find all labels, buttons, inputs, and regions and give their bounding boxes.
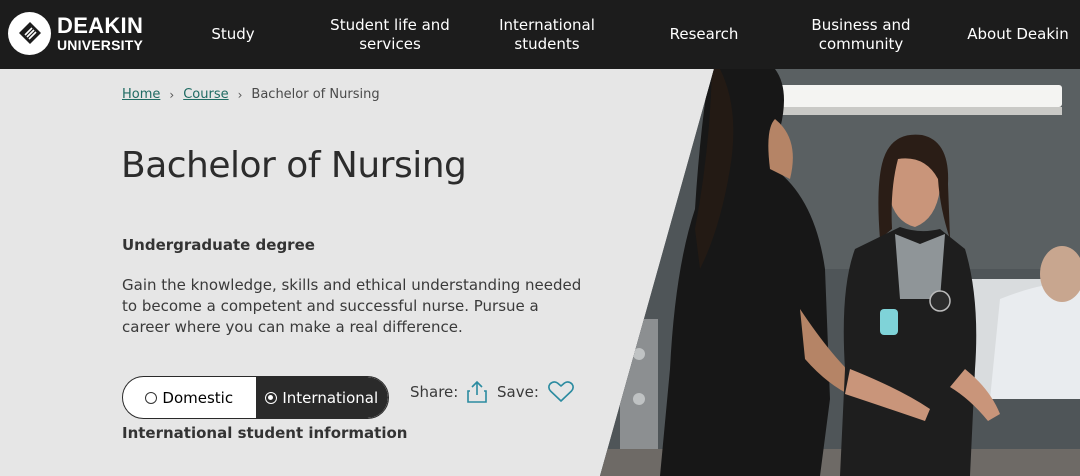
domestic-label: Domestic xyxy=(162,388,234,407)
share-label: Share: xyxy=(410,383,459,401)
nav-international-students[interactable]: International students xyxy=(487,0,607,69)
international-label: International xyxy=(282,388,379,407)
nav-about-deakin[interactable]: About Deakin xyxy=(962,0,1074,69)
nav-business-community[interactable]: Business and community xyxy=(796,0,926,69)
save-label: Save: xyxy=(497,383,539,401)
student-type-toggle: Domestic International xyxy=(122,376,389,419)
page-title: Bachelor of Nursing xyxy=(121,145,467,186)
nav-study[interactable]: Study xyxy=(183,0,283,69)
breadcrumb-current: Bachelor of Nursing xyxy=(251,87,380,102)
heart-icon xyxy=(547,381,574,402)
share-button[interactable]: Share: xyxy=(410,380,488,404)
logo-name-line2: UNIVERSITY xyxy=(57,37,144,53)
nav-research[interactable]: Research xyxy=(654,0,754,69)
breadcrumb-home-link[interactable]: Home xyxy=(122,87,160,102)
top-navigation: DEAKIN UNIVERSITY Study Student life and… xyxy=(0,0,1080,69)
breadcrumb-separator: › xyxy=(169,87,175,102)
hero-image xyxy=(600,69,1080,476)
nav-student-life[interactable]: Student life and services xyxy=(320,0,460,69)
international-student-info-link[interactable]: International student information xyxy=(122,424,407,442)
deakin-logo[interactable]: DEAKIN UNIVERSITY xyxy=(8,12,143,55)
logo-name-line1: DEAKIN xyxy=(57,13,144,38)
breadcrumb: Home › Course › Bachelor of Nursing xyxy=(122,87,380,102)
shield-logo-icon xyxy=(8,12,51,55)
radio-selected-icon xyxy=(265,391,278,404)
course-description: Gain the knowledge, skills and ethical u… xyxy=(122,276,582,336)
international-option[interactable]: International xyxy=(255,377,388,418)
share-icon xyxy=(467,380,488,403)
nursing-students-photo xyxy=(600,69,1080,476)
breadcrumb-separator: › xyxy=(237,87,243,102)
radio-unselected-icon xyxy=(145,391,158,404)
breadcrumb-course-link[interactable]: Course xyxy=(183,87,228,102)
save-button[interactable]: Save: xyxy=(497,380,575,404)
degree-type-label: Undergraduate degree xyxy=(122,236,315,254)
logo-wordmark: DEAKIN UNIVERSITY xyxy=(57,13,144,53)
domestic-option[interactable]: Domestic xyxy=(123,377,256,418)
